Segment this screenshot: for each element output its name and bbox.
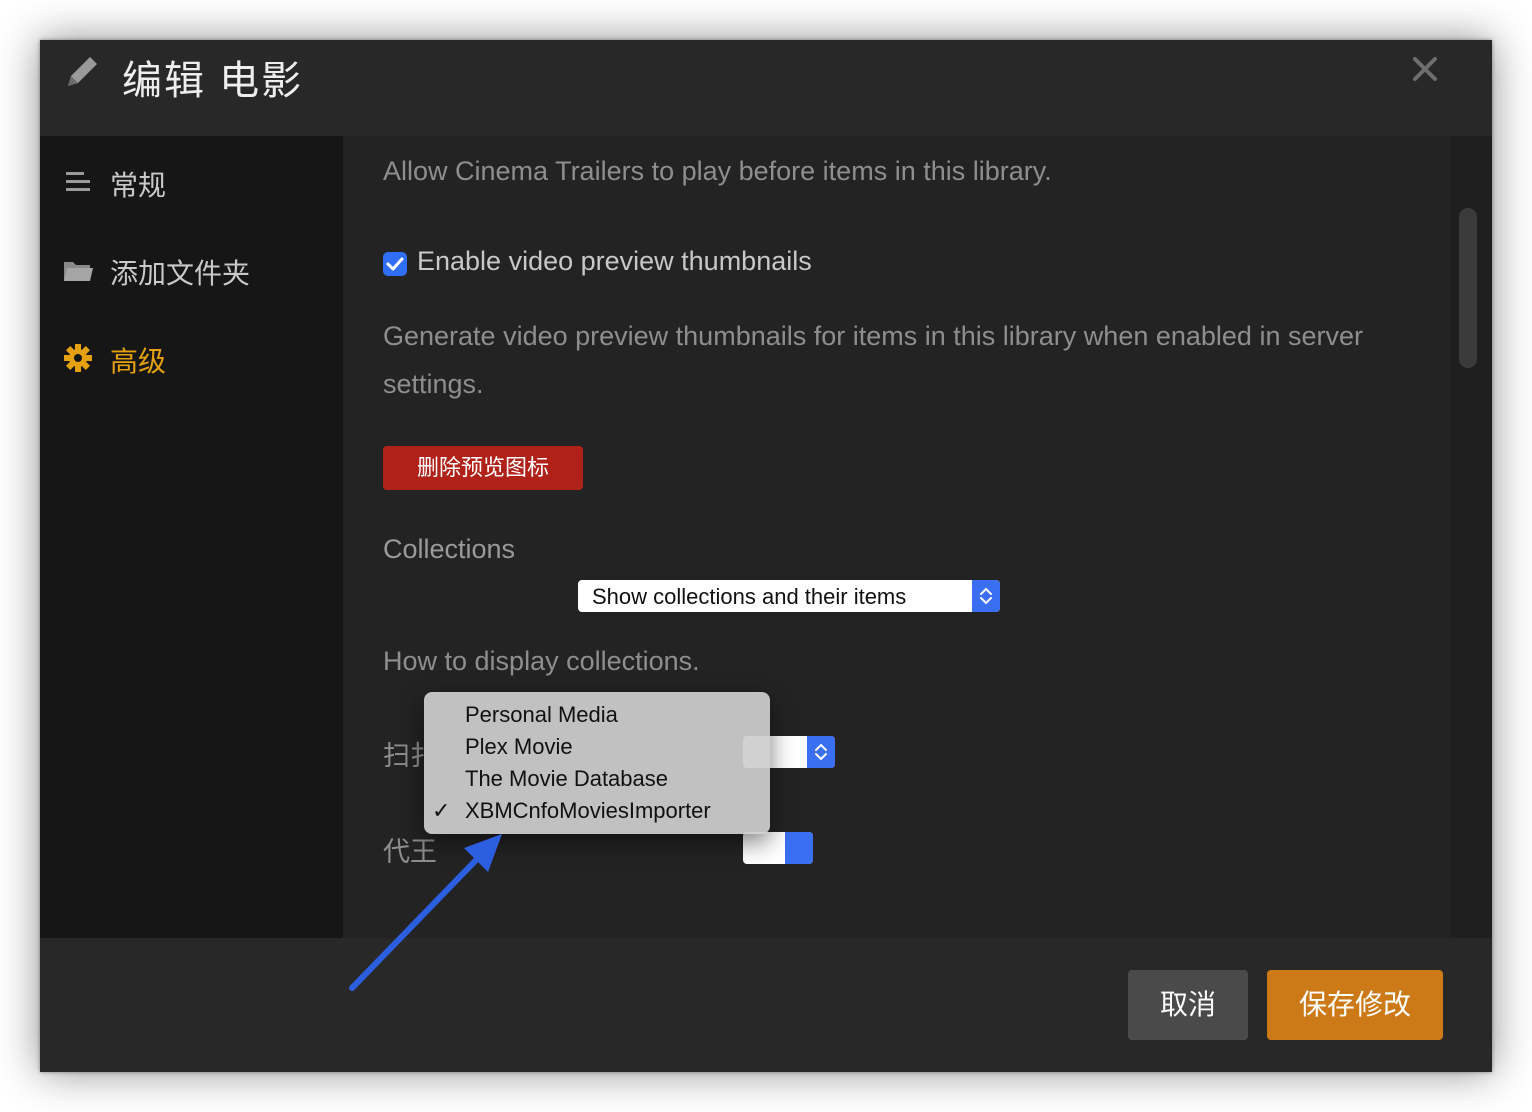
dropdown-option-movie-database[interactable]: The Movie Database (424, 764, 770, 796)
dropdown-option-label: XBMCnfoMoviesImporter (465, 798, 711, 823)
select-stepper (972, 580, 1000, 612)
edit-library-dialog: 编辑 电影 常规 添加文件夹 高级 Allow Cinema Trailers … (40, 40, 1492, 1072)
scrollbar-thumb[interactable] (1459, 208, 1477, 368)
sidebar: 常规 添加文件夹 高级 (40, 136, 343, 938)
checkmark-icon: ✓ (432, 798, 451, 823)
collections-description: How to display collections. (383, 646, 700, 676)
dropdown-option-xbmcnfo-importer[interactable]: ✓ XBMCnfoMoviesImporter (424, 796, 770, 828)
agent-settings-label: XBMCnfoMoviesImporter设置 (383, 930, 739, 938)
dropdown-option-label: Personal Media (465, 702, 618, 727)
dialog-title: 编辑 电影 (122, 59, 304, 103)
list-icon (66, 172, 90, 191)
save-changes-button[interactable]: 保存修改 (1267, 970, 1443, 1040)
pencil-icon (68, 57, 97, 86)
cancel-button[interactable]: 取消 (1128, 970, 1248, 1040)
preview-thumbnails-checkbox[interactable] (383, 252, 407, 276)
sidebar-item-general[interactable]: 常规 (40, 152, 343, 212)
agent-label: 代王 (383, 837, 437, 867)
updown-arrow-icon (815, 743, 827, 761)
dropdown-option-label: The Movie Database (465, 766, 668, 791)
dropdown-option-personal-media[interactable]: Personal Media (424, 700, 770, 732)
sidebar-item-label: 高级 (110, 346, 167, 377)
close-icon[interactable] (1410, 54, 1440, 84)
collections-select-value: Show collections and their items (592, 584, 907, 609)
preview-thumbnails-description: Generate video preview thumbnails for it… (383, 321, 1363, 399)
dropdown-option-label: Plex Movie (465, 734, 573, 759)
delete-preview-thumbnails-button[interactable]: 删除预览图标 (383, 446, 583, 490)
dialog-titlebar: 编辑 电影 (40, 40, 1492, 136)
updown-arrow-icon (980, 587, 992, 605)
select-stepper (785, 832, 813, 864)
dropdown-option-plex-movie[interactable]: Plex Movie (424, 732, 770, 764)
agent-select[interactable] (743, 832, 813, 864)
sidebar-item-label: 常规 (110, 170, 167, 201)
sidebar-item-add-folder[interactable]: 添加文件夹 (40, 240, 343, 300)
agent-dropdown-menu: Personal Media Plex Movie The Movie Data… (424, 692, 770, 834)
dialog-footer: 取消 保存修改 (40, 938, 1492, 1072)
select-stepper (807, 736, 835, 768)
preview-thumbnails-label: Enable video preview thumbnails (417, 246, 812, 276)
gear-icon (64, 344, 92, 372)
cinema-trailers-description: Allow Cinema Trailers to play before ite… (383, 156, 1052, 186)
sidebar-item-advanced[interactable]: 高级 (40, 328, 343, 388)
folder-icon (64, 262, 93, 281)
collections-label: Collections (383, 534, 516, 564)
collections-select[interactable]: Show collections and their items (578, 580, 1000, 612)
sidebar-item-label: 添加文件夹 (110, 258, 251, 289)
checkmark-icon (386, 257, 404, 271)
